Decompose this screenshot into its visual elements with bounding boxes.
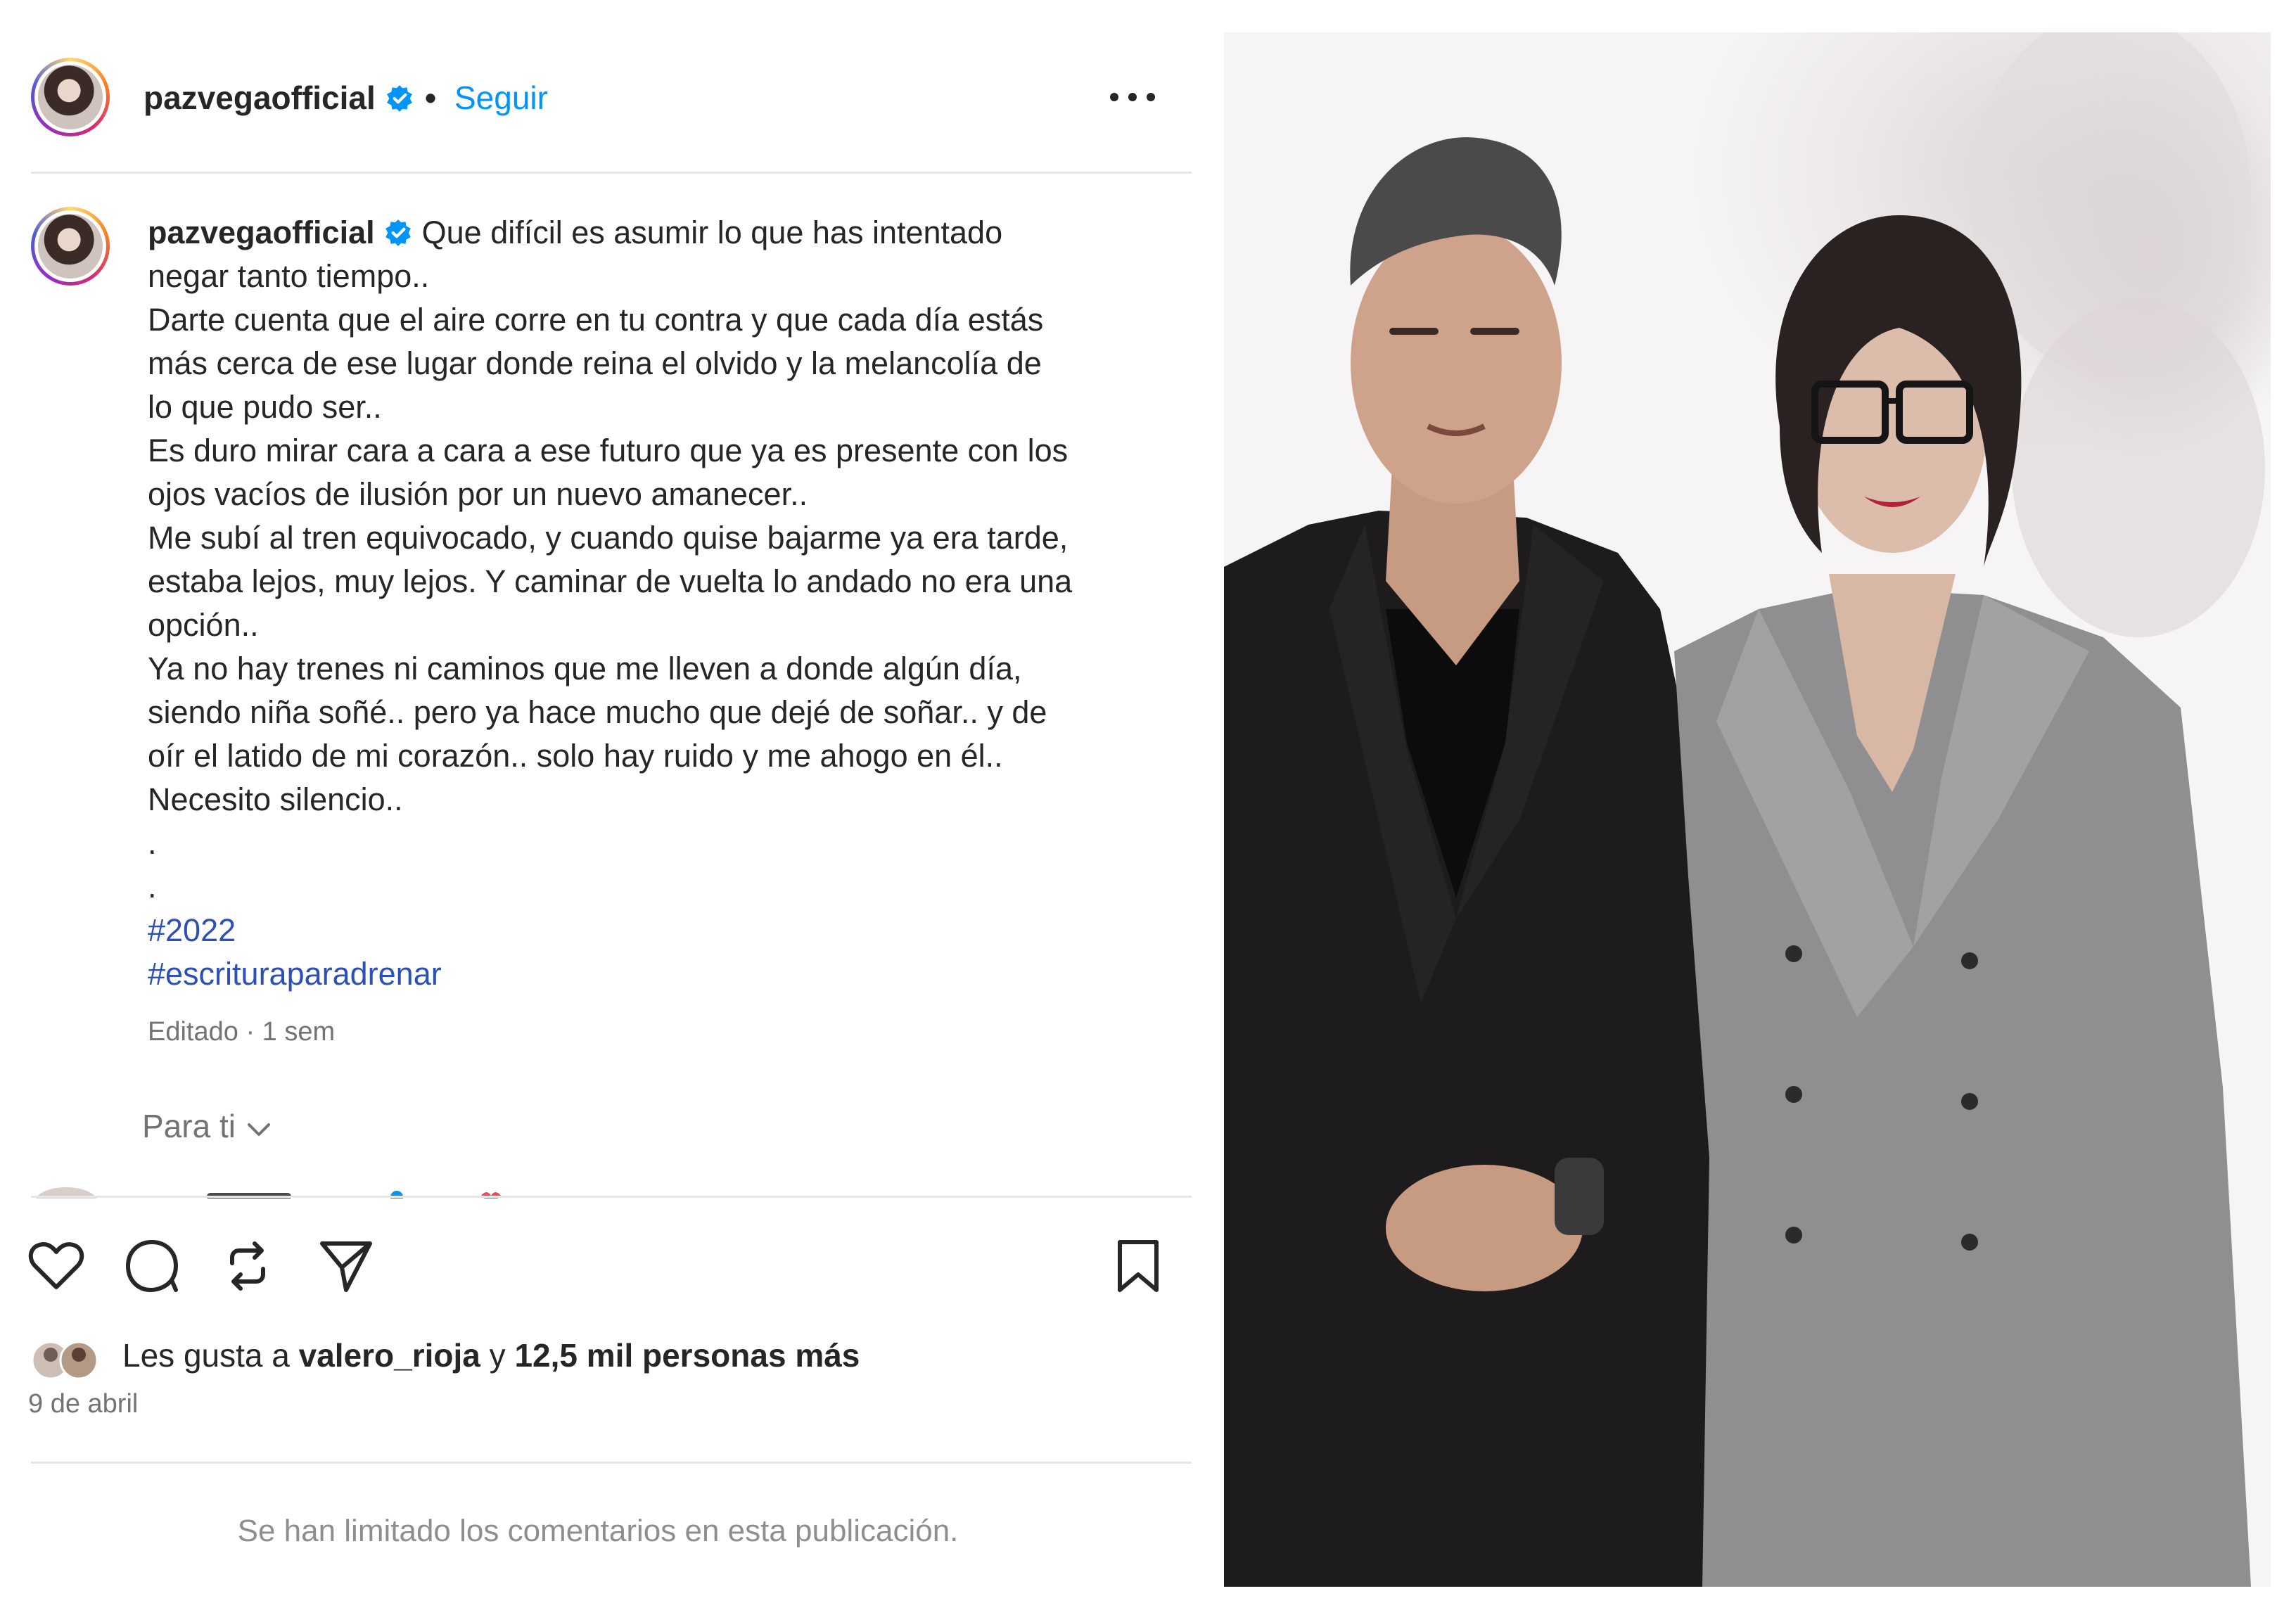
actions-divider [31,1196,1192,1198]
post-username[interactable]: pazvegaofficial [144,79,376,116]
caption-line: negar tanto tiempo.. [148,258,430,294]
heart-icon[interactable] [27,1236,86,1296]
caption-line: estaba lejos, muy lejos. Y caminar de vu… [148,563,1073,599]
caption-verified-badge-icon [385,219,411,246]
caption-first-line: pazvegaofficial Que difícil es asumir lo… [148,211,1147,255]
avatar-image [38,65,103,129]
instagram-post-panel: pazvegaofficial • Seguir pazvegaofficial… [0,0,1210,1617]
caption-line: Necesito silencio.. [148,781,403,817]
caption-line: . [148,825,157,861]
caption-line: más cerca de ese lugar donde reina el ol… [148,345,1042,381]
verified-badge-icon [386,85,412,112]
caption-line: Ya no hay trenes ni caminos que me lleve… [148,651,1022,686]
likes-summary[interactable]: Les gusta a valero_rioja y 12,5 mil pers… [122,1336,860,1374]
comments-limited-notice: Se han limitado los comentarios en esta … [237,1514,959,1548]
header-separator: • [425,79,437,116]
caption-line: Que difícil es asumir lo que has intenta… [421,215,1003,250]
footer-divider [31,1462,1192,1464]
caption-line: Darte cuenta que el aire corre en tu con… [148,302,1044,338]
caption-line: siendo niña soñé.. pero ya hace mucho qu… [148,694,1047,730]
repost-icon[interactable] [218,1236,277,1296]
chevron-down-icon [247,1123,270,1136]
caption-line: opción.. [148,607,259,643]
caption-avatar-image [38,214,103,279]
post-header-username-row[interactable]: pazvegaofficial [144,79,414,117]
caption-text: pazvegaofficial Que difícil es asumir lo… [148,211,1147,996]
caption-line: lo que pudo ser.. [148,389,382,425]
bookmark-icon[interactable] [1109,1236,1168,1296]
likes-connector: y [489,1337,506,1374]
post-meta: Editado · 1 sem [148,1017,336,1047]
comment-icon[interactable] [122,1236,181,1296]
avatar[interactable] [31,58,110,136]
photo-panel [1224,32,2271,1587]
liker-username[interactable]: valero_rioja [299,1337,480,1374]
share-icon[interactable] [317,1236,376,1296]
comments-filter-dropdown[interactable]: Para ti [142,1107,273,1145]
likes-prefix: Les gusta a [122,1337,290,1374]
more-options-icon[interactable] [1104,83,1161,111]
caption-username[interactable]: pazvegaofficial [148,215,375,250]
header-divider [31,172,1192,174]
hashtag-link[interactable]: #escrituraparadrenar [148,952,1147,996]
couple-photo [1224,32,2265,1587]
caption-avatar[interactable] [31,207,110,286]
caption-line: . [148,869,157,905]
likes-others-count[interactable]: 12,5 mil personas más [514,1337,860,1374]
caption-line: Es duro mirar cara a cara a ese futuro q… [148,433,1069,468]
post-date: 9 de abril [28,1389,139,1419]
caption-line: Me subí al tren equivocado, y cuando qui… [148,520,1069,556]
comments-filter-label: Para ti [142,1108,236,1144]
hashtag-link[interactable]: #2022 [148,909,1147,952]
caption-line: oír el latido de mi corazón.. solo hay r… [148,738,1003,774]
caption-line: ojos vacíos de ilusión por un nuevo aman… [148,476,808,512]
likers-avatars[interactable] [31,1335,101,1384]
follow-button[interactable]: Seguir [454,79,548,117]
